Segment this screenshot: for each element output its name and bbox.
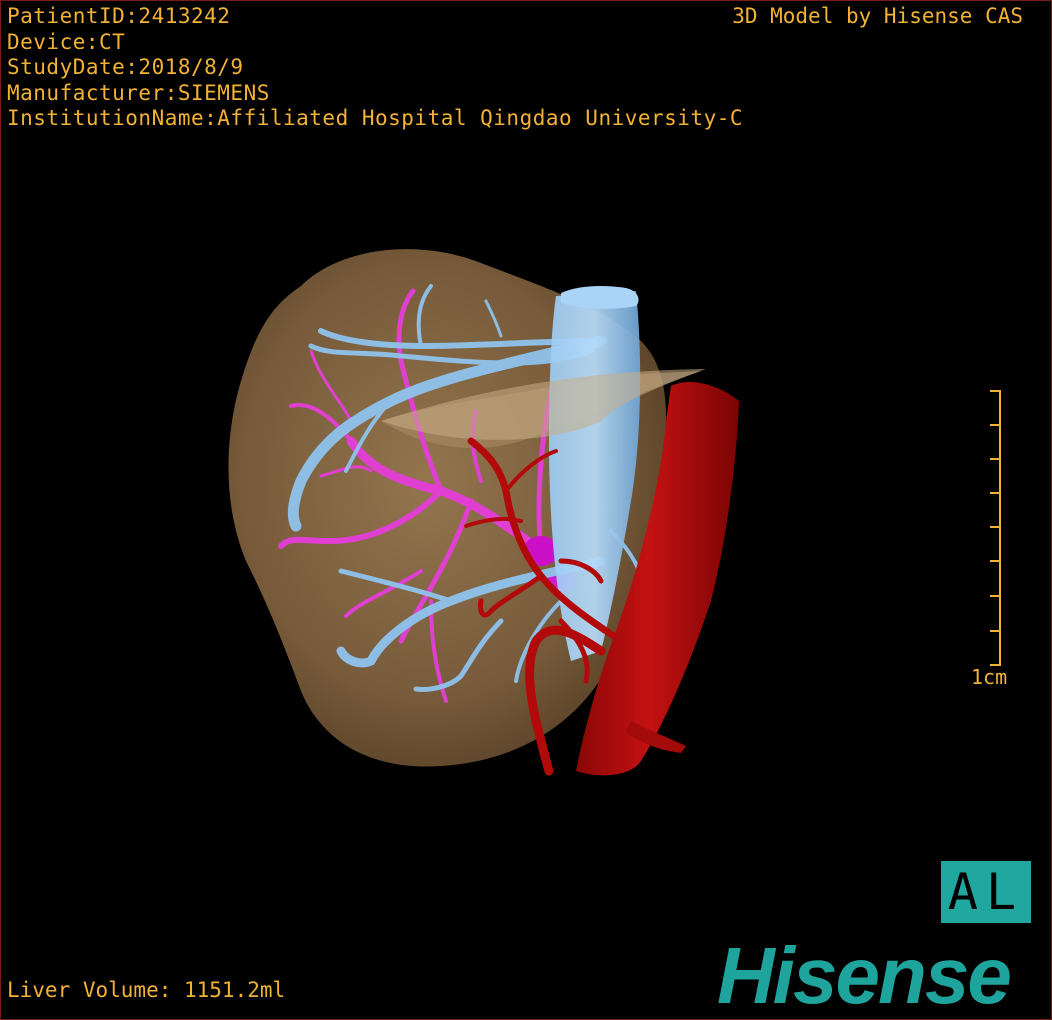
patient-info-overlay: PatientID:2413242 Device:CT StudyDate:20…	[7, 4, 743, 132]
manufacturer-label: Manufacturer:SIEMENS	[7, 80, 270, 105]
model-credit-label: 3D Model by Hisense CAS	[732, 4, 1023, 28]
orientation-indicator-button[interactable]: AL	[941, 861, 1031, 923]
3d-viewport[interactable]: PatientID:2413242 Device:CT StudyDate:20…	[0, 0, 1052, 1020]
device-label: Device:CT	[7, 29, 126, 54]
patient-id-label: PatientID:2413242	[7, 4, 231, 28]
hisense-logo: Hisense	[717, 931, 1012, 1020]
institution-label: InstitutionName:Affiliated Hospital Qing…	[7, 106, 744, 130]
study-date-label: StudyDate:2018/8/9	[7, 55, 244, 79]
liver-3d-model[interactable]	[1, 1, 1052, 1020]
scale-bar	[990, 390, 1001, 666]
liver-volume-label: Liver Volume: 1151.2ml	[7, 978, 286, 1002]
scale-bar-label: 1cm	[971, 665, 1008, 689]
